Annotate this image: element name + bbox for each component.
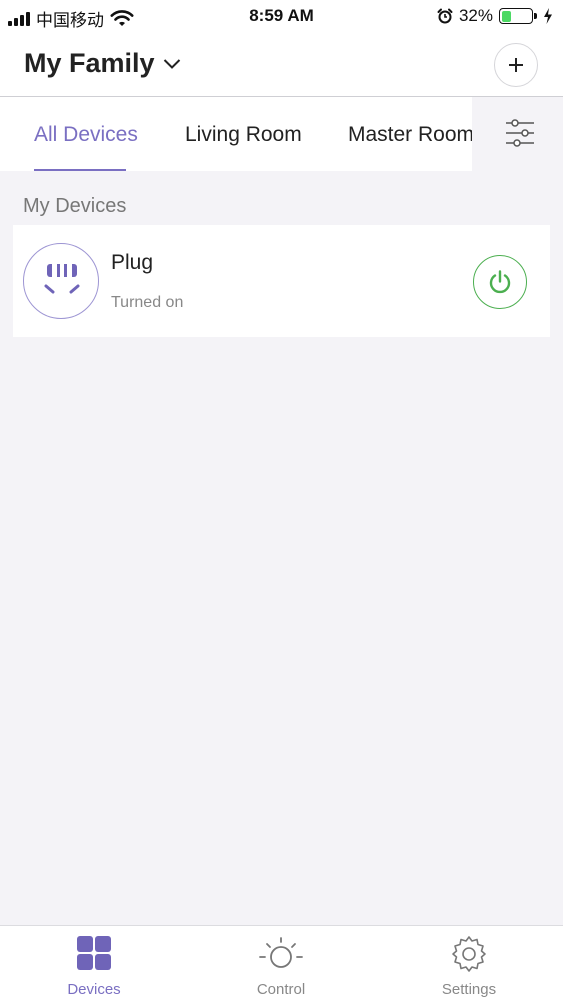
tab-all-devices[interactable]: All Devices (34, 123, 138, 147)
nav-settings[interactable]: Settings (375, 926, 563, 1000)
section-title: My Devices (23, 195, 127, 217)
nav-settings-label: Settings (441, 981, 497, 998)
status-bar: 中国移动 8:59 AM 32% (0, 0, 563, 32)
nav-control[interactable]: Control (187, 926, 375, 1000)
family-selector[interactable]: My Family (24, 48, 181, 79)
plus-icon (509, 58, 523, 72)
tab-living-room[interactable]: Living Room (185, 123, 302, 147)
device-status: Turned on (111, 294, 184, 311)
add-button[interactable] (494, 43, 538, 87)
chevron-down-icon (163, 58, 180, 69)
nav-devices[interactable]: Devices (0, 926, 188, 1000)
gear-icon (452, 936, 486, 972)
nav-control-label: Control (256, 981, 306, 998)
plug-icon (23, 243, 99, 319)
battery-percent: 32% (458, 6, 493, 25)
grid-icon (77, 936, 111, 970)
alarm-icon (437, 8, 453, 24)
bottom-nav: Devices Control Settings (0, 925, 563, 1000)
charging-icon (544, 8, 552, 24)
sliders-icon[interactable] (503, 116, 537, 150)
sun-icon (259, 937, 303, 968)
active-tab-indicator (34, 169, 126, 171)
header: My Family (0, 32, 563, 96)
tab-master-room[interactable]: Master Room (348, 123, 472, 147)
power-icon (489, 270, 511, 294)
room-tabs: All Devices Living Room Master Room (0, 97, 472, 171)
family-name: My Family (24, 48, 155, 78)
device-name: Plug (111, 251, 154, 274)
nav-devices-label: Devices (67, 981, 121, 998)
app-screen: 中国移动 8:59 AM 32% My Family All Devices L… (0, 0, 563, 1000)
device-card[interactable]: Plug Turned on (13, 225, 550, 337)
status-right: 32% (437, 6, 553, 26)
power-button[interactable] (473, 255, 527, 309)
battery-icon (499, 8, 537, 24)
